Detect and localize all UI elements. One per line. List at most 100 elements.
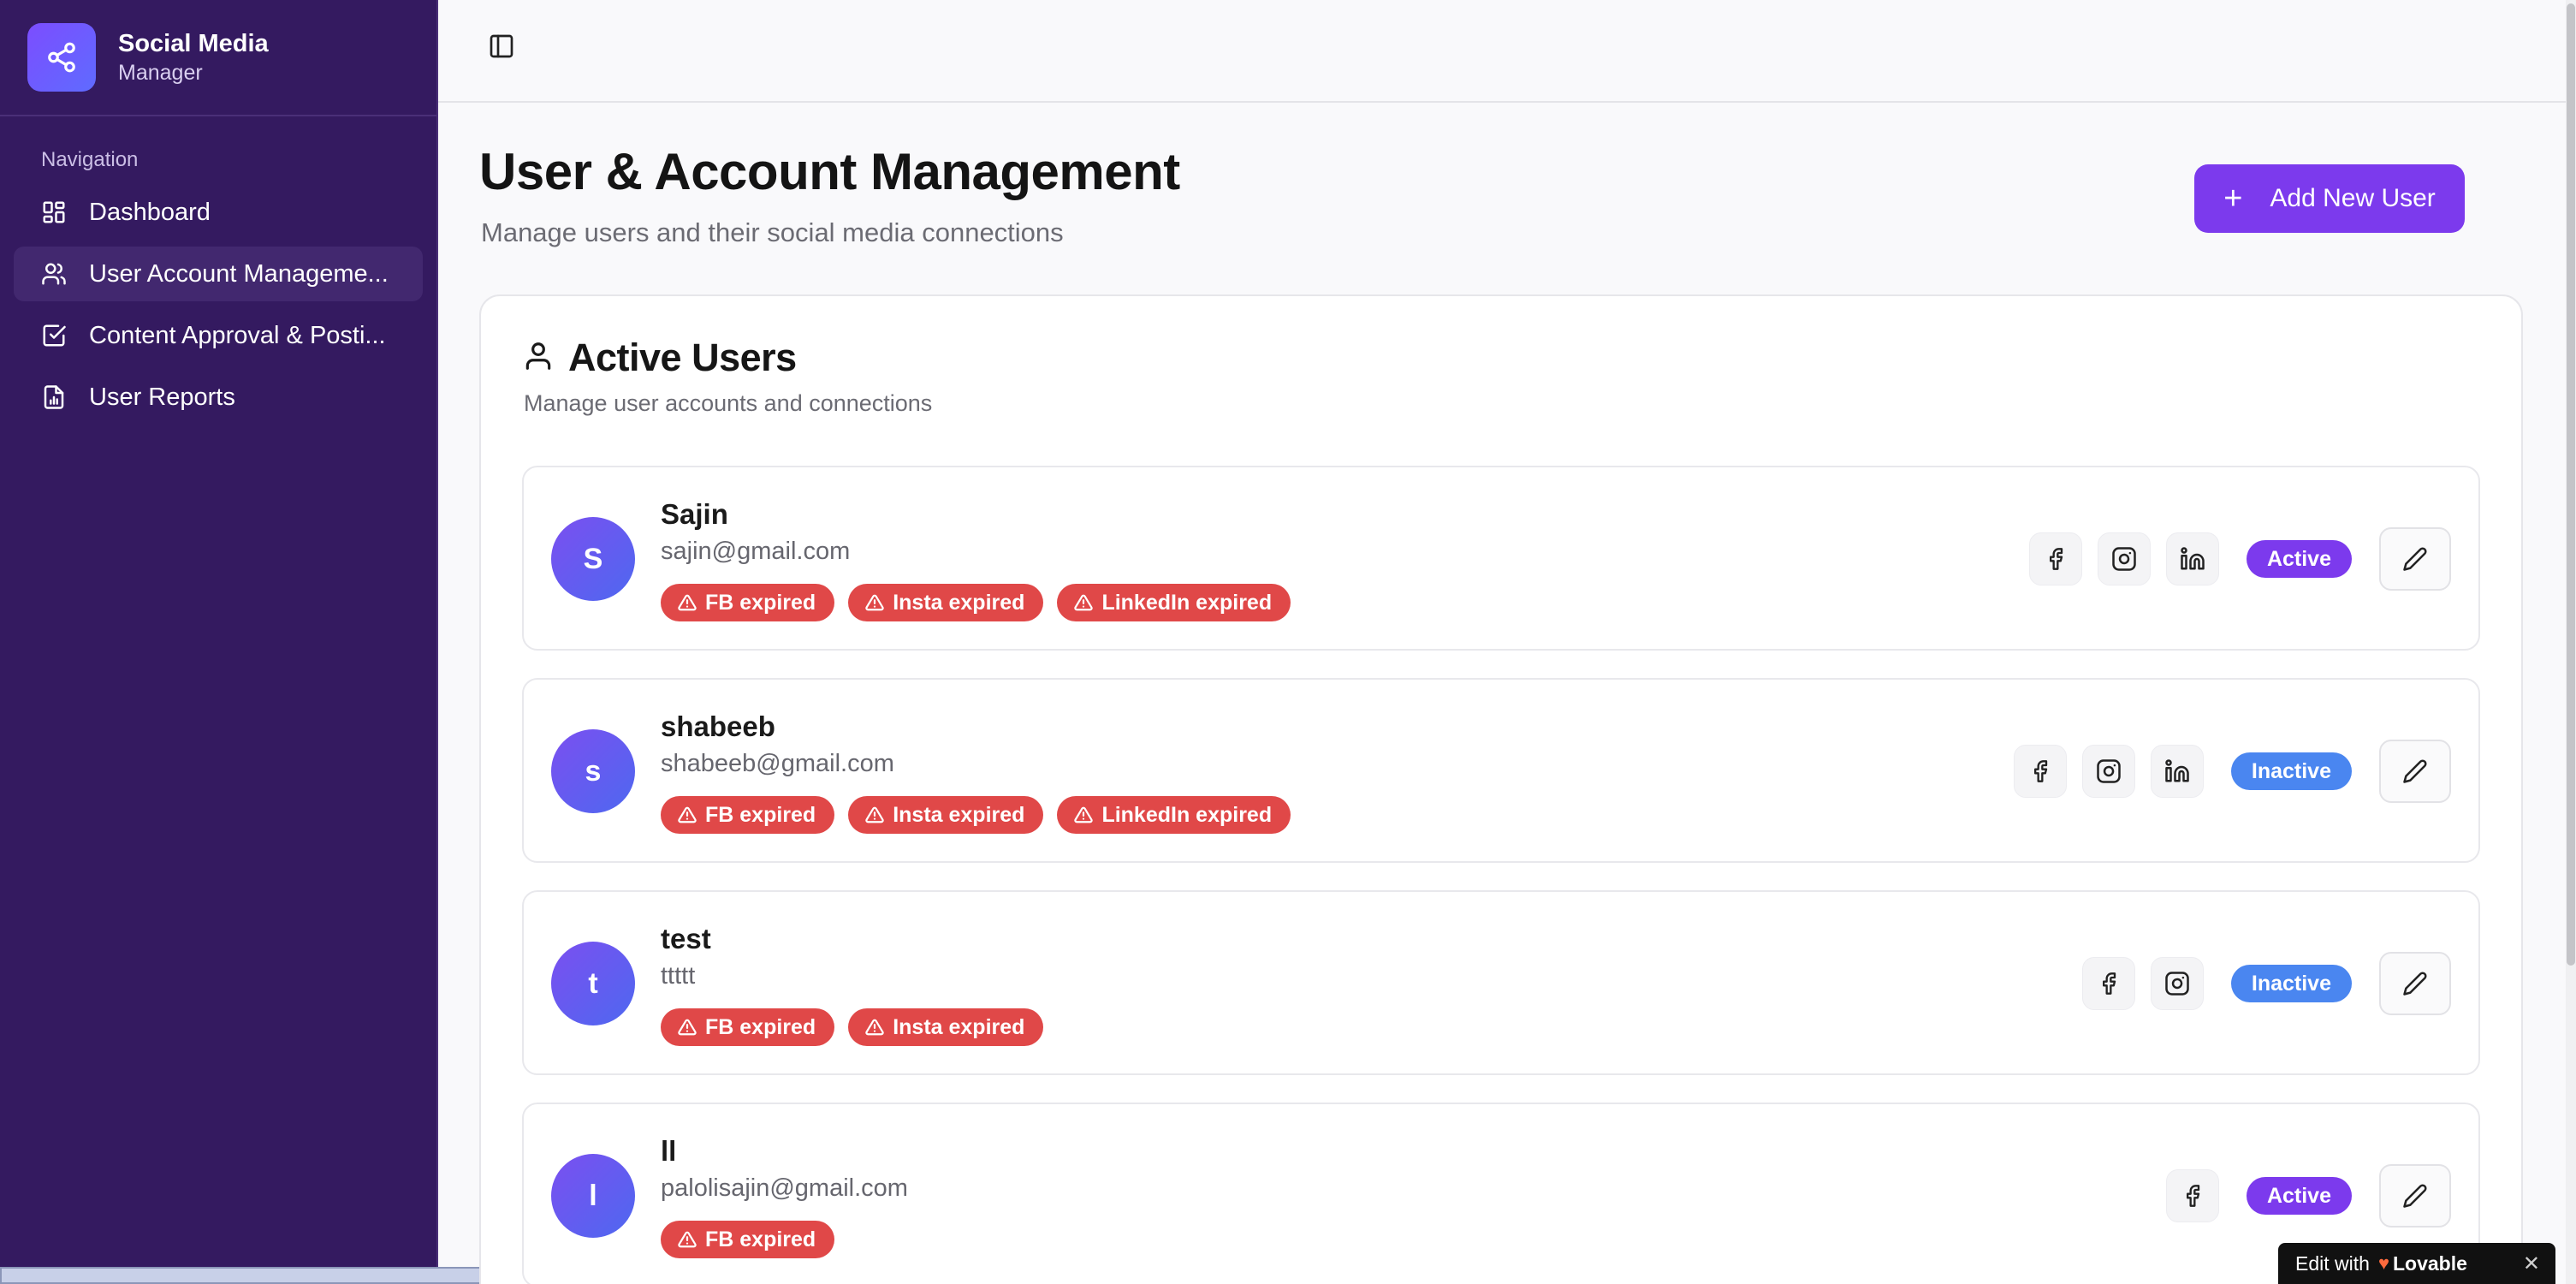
connection-badges: FB expired Insta expired <box>661 1008 1044 1046</box>
top-bar <box>438 0 2566 103</box>
plus-icon: + <box>2223 181 2243 217</box>
brand-subtitle: Manager <box>118 61 203 85</box>
sidebar-item-label: Dashboard <box>89 198 211 226</box>
layout-grid-icon <box>41 199 67 225</box>
nav-section-label: Navigation <box>41 148 139 171</box>
panel-left-icon[interactable] <box>486 31 517 62</box>
edit-user-button[interactable] <box>2379 1164 2451 1228</box>
linkedin-icon[interactable] <box>2150 745 2204 798</box>
expired-badge: LinkedIn expired <box>1057 584 1291 621</box>
page-title: User & Account Management <box>479 143 1180 200</box>
status-badge: Inactive <box>2230 965 2352 1002</box>
alert-triangle-icon <box>865 1019 884 1036</box>
edit-user-button[interactable] <box>2379 952 2451 1015</box>
avatar: S <box>551 517 635 601</box>
linkedin-icon[interactable] <box>2165 532 2219 586</box>
user-name: test <box>661 923 711 954</box>
pencil-icon <box>2403 547 2427 571</box>
alert-triangle-icon <box>678 594 697 611</box>
user-row: l ll palolisajin@gmail.com FB expired Ac… <box>522 1103 2480 1284</box>
brand-title: Social Media <box>118 30 269 57</box>
alert-triangle-icon <box>1074 594 1094 611</box>
badge-label: FB expired <box>705 1227 816 1251</box>
pencil-icon <box>2403 1184 2427 1208</box>
sidebar-item-label: User Account Manageme... <box>89 259 389 288</box>
avatar: t <box>551 942 635 1025</box>
edit-user-button[interactable] <box>2379 740 2451 803</box>
close-icon[interactable]: ✕ <box>2523 1251 2540 1276</box>
sidebar-item-label: User Reports <box>89 383 235 411</box>
share-icon <box>27 23 96 92</box>
expired-badge: FB expired <box>661 1221 835 1258</box>
connection-badges: FB expired Insta expired LinkedIn expire… <box>661 796 1291 834</box>
users-icon <box>41 261 67 287</box>
page-scrollbar[interactable] <box>2566 0 2576 1284</box>
file-chart-icon <box>41 384 67 410</box>
brand: Social Media Manager <box>0 0 436 116</box>
sidebar-item-dashboard[interactable]: Dashboard <box>14 185 423 240</box>
instagram-icon[interactable] <box>2097 532 2151 586</box>
user-name: ll <box>661 1135 677 1167</box>
user-name: shabeeb <box>661 710 775 742</box>
check-square-icon <box>41 323 67 348</box>
user-icon <box>522 340 555 377</box>
expired-badge: FB expired <box>661 1008 835 1046</box>
connection-badges: FB expired Insta expired LinkedIn expire… <box>661 584 1291 621</box>
instagram-icon[interactable] <box>2150 957 2204 1010</box>
user-email: ttttt <box>661 962 696 990</box>
user-row: S Sajin sajin@gmail.com FB expired Insta… <box>522 466 2480 651</box>
sidebar-item-user-account-management[interactable]: User Account Manageme... <box>14 247 423 301</box>
badge-label: FB expired <box>705 802 816 827</box>
badge-label: Insta expired <box>893 590 1025 615</box>
lovable-heart-icon: ♥ <box>2377 1252 2389 1274</box>
pencil-icon <box>2403 759 2427 783</box>
add-new-user-label: Add New User <box>2270 184 2436 212</box>
facebook-icon[interactable] <box>2165 1169 2219 1222</box>
alert-triangle-icon <box>678 1019 697 1036</box>
expired-badge: FB expired <box>661 796 835 834</box>
badge-label: Insta expired <box>893 1014 1025 1039</box>
alert-triangle-icon <box>865 594 884 611</box>
user-row: s shabeeb shabeeb@gmail.com FB expired I… <box>522 678 2480 863</box>
card-subtitle: Manage user accounts and connections <box>524 390 933 416</box>
page-subtitle: Manage users and their social media conn… <box>481 217 1064 247</box>
user-email: sajin@gmail.com <box>661 538 851 565</box>
sidebar-item-content-approval[interactable]: Content Approval & Posti... <box>14 308 423 363</box>
alert-triangle-icon <box>678 806 697 823</box>
badge-label: FB expired <box>705 590 816 615</box>
alert-triangle-icon <box>678 1231 697 1248</box>
badge-label: FB expired <box>705 1014 816 1039</box>
edit-user-button[interactable] <box>2379 527 2451 591</box>
facebook-icon[interactable] <box>2013 745 2067 798</box>
badge-label: Insta expired <box>893 802 1025 827</box>
edit-with-lovable-badge[interactable]: Edit with ♥ Lovable ✕ <box>2278 1243 2555 1284</box>
sidebar: Social Media Manager Navigation Dashboar… <box>0 0 640 1284</box>
status-badge: Inactive <box>2230 752 2352 790</box>
user-row: t test ttttt FB expired Insta expired In… <box>522 890 2480 1075</box>
avatar: s <box>551 729 635 813</box>
facebook-icon[interactable] <box>2028 532 2082 586</box>
status-badge: Active <box>2246 540 2352 578</box>
add-new-user-button[interactable]: + Add New User <box>2194 164 2465 233</box>
facebook-icon[interactable] <box>2081 957 2135 1010</box>
instagram-icon[interactable] <box>2081 745 2135 798</box>
scrollbar-thumb[interactable] <box>2567 3 2575 966</box>
user-name: Sajin <box>661 498 728 530</box>
badge-label: LinkedIn expired <box>1101 590 1273 615</box>
sidebar-nav: Dashboard User Account Manageme... Conte… <box>0 185 436 425</box>
active-users-card: Active Users Manage user accounts and co… <box>479 294 2523 1284</box>
main-content: User & Account Management Manage users a… <box>438 103 2566 1284</box>
lovable-brand: Lovable <box>2393 1251 2467 1275</box>
expired-badge: Insta expired <box>848 796 1044 834</box>
connection-badges: FB expired <box>661 1221 835 1258</box>
expired-badge: FB expired <box>661 584 835 621</box>
expired-badge: LinkedIn expired <box>1057 796 1291 834</box>
badge-label: LinkedIn expired <box>1101 802 1273 827</box>
user-email: shabeeb@gmail.com <box>661 750 894 777</box>
expired-badge: Insta expired <box>848 1008 1044 1046</box>
avatar: l <box>551 1154 635 1238</box>
sidebar-item-label: Content Approval & Posti... <box>89 321 386 349</box>
alert-triangle-icon <box>865 806 884 823</box>
sidebar-item-user-reports[interactable]: User Reports <box>14 370 423 425</box>
expired-badge: Insta expired <box>848 584 1044 621</box>
